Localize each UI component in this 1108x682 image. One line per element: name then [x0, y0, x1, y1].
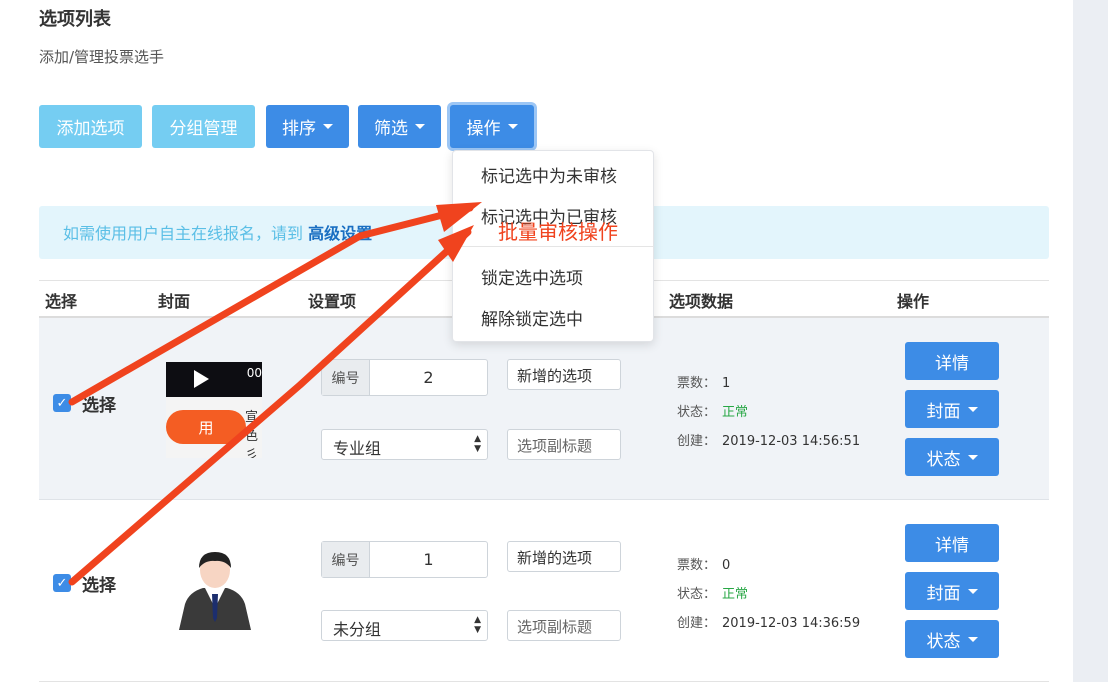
caret-down-icon [967, 636, 978, 642]
thumb-pill: 用 [166, 410, 246, 444]
created-value: 2019-12-03 14:56:51 [722, 434, 861, 449]
number-input[interactable]: 2 [370, 360, 487, 395]
votes-label: 票数： [677, 376, 717, 391]
menu-item-mark-unreviewed[interactable]: 标记选中为未审核 [481, 162, 617, 187]
votes-info: 票数： 0 [677, 554, 730, 573]
status-info: 状态： 正常 [677, 401, 748, 420]
number-input-group: 编号 1 [321, 541, 488, 578]
alert-text: 如需使用用户自主在线报名，请到 高级设置 [63, 220, 372, 244]
caret-down-icon [415, 124, 425, 129]
group-select-value: 专业组 [333, 439, 382, 458]
group-select[interactable]: 专业组 ▲ ▼ [321, 429, 488, 460]
created-label: 创建： [677, 616, 717, 631]
table-row: ✓ 选择 00 用 宣色彡 编号 2 专业组 ▲ ▼ 新增的选项 选项副标题 票数… [39, 318, 1049, 500]
video-preview: 00 [166, 362, 262, 397]
group-manage-button[interactable]: 分组管理 [152, 105, 255, 148]
option-subtitle-input[interactable]: 选项副标题 [507, 429, 621, 460]
group-select[interactable]: 未分组 ▲ ▼ [321, 610, 488, 641]
cover-label: 封面 [926, 583, 961, 604]
status-value: 正常 [722, 587, 749, 602]
caret-down-icon [507, 124, 518, 129]
row-select-label: 选择 [82, 576, 116, 596]
add-option-label: 添加选项 [56, 119, 125, 139]
detail-button[interactable]: 详情 [905, 342, 999, 380]
thumb-side-text: 宣色彡 [245, 410, 259, 458]
row-checkbox[interactable]: ✓ [53, 574, 71, 592]
header-actions: 操作 [897, 292, 930, 311]
status-value: 正常 [722, 405, 749, 420]
created-info: 创建： 2019-12-03 14:56:51 [677, 430, 860, 449]
table-row: ✓ 选择 编号 1 未分组 ▲ ▼ 新增的选项 选项副标题 票数： 0 状态： 正常 … [39, 500, 1049, 682]
check-icon: ✓ [56, 575, 68, 591]
row-select-label: 选择 [82, 396, 116, 416]
created-info: 创建： 2019-12-03 14:36:59 [677, 612, 860, 631]
thumb-corner-text: 00 [246, 366, 262, 380]
page-subtitle: 添加/管理投票选手 [39, 48, 165, 66]
status-btn-label: 状态 [926, 631, 961, 652]
detail-label: 详情 [935, 353, 969, 374]
number-addon: 编号 [322, 542, 370, 577]
page: 选项列表 添加/管理投票选手 添加选项 分组管理 排序 筛选 操作 标记选中为未… [0, 0, 1073, 682]
actions-label: 操作 [466, 119, 501, 139]
cover-label: 封面 [926, 401, 961, 422]
group-select-value: 未分组 [333, 620, 382, 639]
status-dropdown-button[interactable]: 状态 [905, 438, 999, 476]
annotation-label: 批量审核操作 [498, 220, 618, 244]
select-arrows-icon: ▲ ▼ [474, 615, 481, 635]
play-icon [194, 370, 209, 388]
actions-dropdown-menu: 标记选中为未审核 标记选中为已审核 锁定选中选项 解除锁定选中 [452, 150, 654, 342]
filter-dropdown-button[interactable]: 筛选 [358, 105, 441, 148]
status-label: 状态： [677, 587, 717, 602]
status-dropdown-button[interactable]: 状态 [905, 620, 999, 658]
page-title: 选项列表 [39, 9, 111, 30]
alert-message: 如需使用用户自主在线报名，请到 [63, 224, 304, 243]
header-select: 选择 [45, 292, 78, 311]
sort-dropdown-button[interactable]: 排序 [266, 105, 349, 148]
add-option-button[interactable]: 添加选项 [39, 105, 142, 148]
option-name-input[interactable]: 新增的选项 [507, 359, 621, 390]
check-icon: ✓ [56, 395, 68, 411]
header-cover: 封面 [158, 292, 191, 311]
detail-label: 详情 [935, 535, 969, 556]
number-addon: 编号 [322, 360, 370, 395]
advanced-settings-link[interactable]: 高级设置 [308, 224, 372, 243]
cover-dropdown-button[interactable]: 封面 [905, 572, 999, 610]
header-settings: 设置项 [308, 292, 357, 311]
filter-label: 筛选 [374, 119, 408, 139]
number-input[interactable]: 1 [370, 542, 487, 577]
status-label: 状态： [677, 405, 717, 420]
header-data: 选项数据 [669, 292, 734, 311]
created-value: 2019-12-03 14:36:59 [722, 616, 861, 631]
sort-label: 排序 [282, 119, 316, 139]
avatar-icon[interactable] [175, 548, 255, 632]
menu-divider [453, 246, 653, 247]
option-name-input[interactable]: 新增的选项 [507, 541, 621, 572]
status-btn-label: 状态 [926, 449, 961, 470]
row-checkbox[interactable]: ✓ [53, 394, 71, 412]
number-input-group: 编号 2 [321, 359, 488, 396]
status-info: 状态： 正常 [677, 583, 748, 602]
menu-item-unlock-selected[interactable]: 解除锁定选中 [481, 305, 583, 330]
caret-down-icon [967, 454, 978, 460]
votes-value: 0 [722, 558, 731, 573]
votes-label: 票数： [677, 558, 717, 573]
caret-down-icon [967, 406, 978, 412]
created-label: 创建： [677, 434, 717, 449]
cover-dropdown-button[interactable]: 封面 [905, 390, 999, 428]
actions-dropdown-button[interactable]: 操作 [450, 105, 534, 148]
option-subtitle-input[interactable]: 选项副标题 [507, 610, 621, 641]
votes-value: 1 [722, 376, 731, 391]
votes-info: 票数： 1 [677, 372, 730, 391]
group-manage-label: 分组管理 [169, 119, 238, 139]
detail-button[interactable]: 详情 [905, 524, 999, 562]
caret-down-icon [323, 124, 333, 129]
select-arrows-icon: ▲ ▼ [474, 434, 481, 454]
caret-down-icon [967, 588, 978, 594]
cover-thumbnail[interactable]: 00 用 宣色彡 [166, 362, 262, 458]
menu-item-lock-selected[interactable]: 锁定选中选项 [481, 264, 583, 289]
